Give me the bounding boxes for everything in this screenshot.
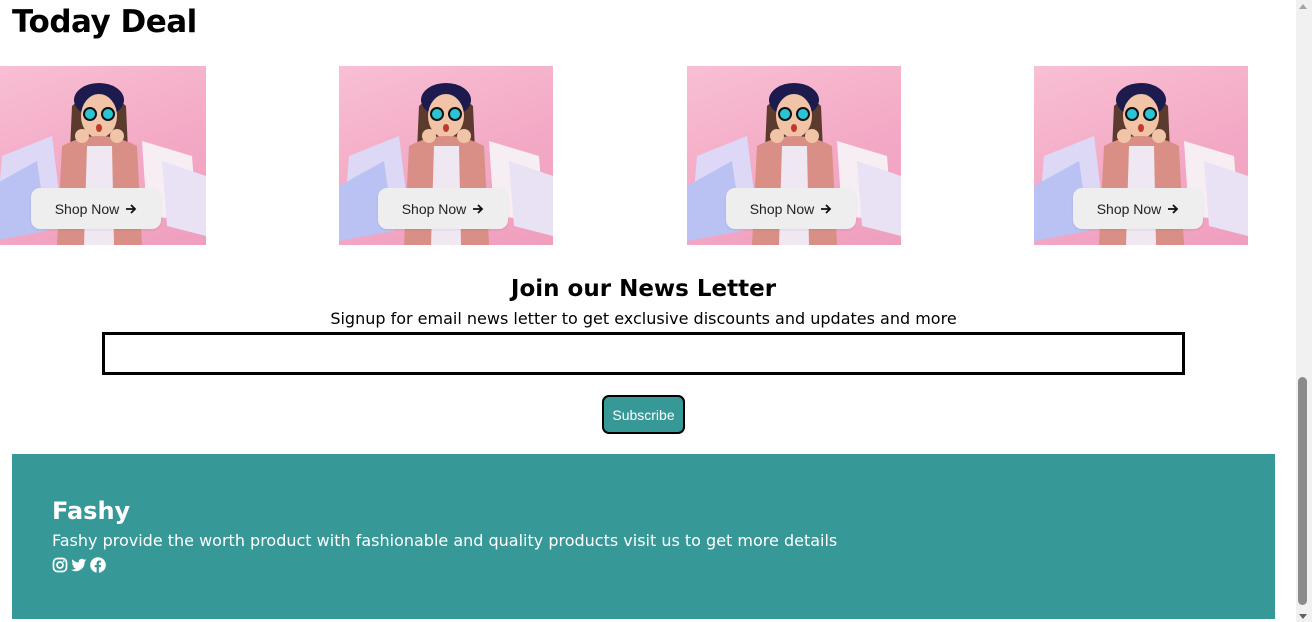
social-links bbox=[52, 557, 106, 573]
scroll-up-arrow-icon[interactable] bbox=[1299, 4, 1307, 9]
shop-now-label: Shop Now bbox=[1096, 200, 1162, 217]
deal-card: Shop Now bbox=[687, 66, 901, 245]
deal-card: Shop Now bbox=[1034, 66, 1248, 245]
facebook-icon[interactable] bbox=[90, 557, 106, 573]
footer-brand: Fashy bbox=[52, 497, 131, 525]
shop-now-button[interactable]: Shop Now bbox=[378, 188, 508, 229]
subscribe-button[interactable]: Subscribe bbox=[602, 395, 685, 434]
newsletter-subtitle: Signup for email news letter to get excl… bbox=[330, 309, 957, 328]
shop-now-button[interactable]: Shop Now bbox=[726, 188, 856, 229]
shop-now-button[interactable]: Shop Now bbox=[31, 188, 161, 229]
footer: Fashy Fashy provide the worth product wi… bbox=[12, 454, 1275, 619]
footer-description: Fashy provide the worth product with fas… bbox=[52, 531, 838, 550]
scroll-down-arrow-icon[interactable] bbox=[1299, 614, 1307, 619]
shop-now-label: Shop Now bbox=[749, 200, 815, 217]
shop-now-label: Shop Now bbox=[54, 200, 120, 217]
vertical-scrollbar[interactable] bbox=[1296, 0, 1312, 622]
instagram-icon[interactable] bbox=[52, 557, 68, 573]
deal-card: Shop Now bbox=[0, 66, 206, 245]
deal-card: Shop Now bbox=[339, 66, 553, 245]
arrow-right-icon bbox=[821, 203, 832, 214]
arrow-right-icon bbox=[1168, 203, 1179, 214]
scrollbar-thumb[interactable] bbox=[1298, 377, 1307, 605]
today-deal-title: Today Deal bbox=[12, 4, 197, 40]
newsletter-title: Join our News Letter bbox=[510, 276, 777, 302]
shop-now-button[interactable]: Shop Now bbox=[1073, 188, 1203, 229]
newsletter-email-input[interactable] bbox=[102, 332, 1185, 375]
shop-now-label: Shop Now bbox=[401, 200, 467, 217]
page: Today Deal Shop Now Shop Now Shop Now Sh… bbox=[0, 0, 1296, 622]
arrow-right-icon bbox=[126, 203, 137, 214]
twitter-icon[interactable] bbox=[71, 557, 87, 573]
arrow-right-icon bbox=[473, 203, 484, 214]
